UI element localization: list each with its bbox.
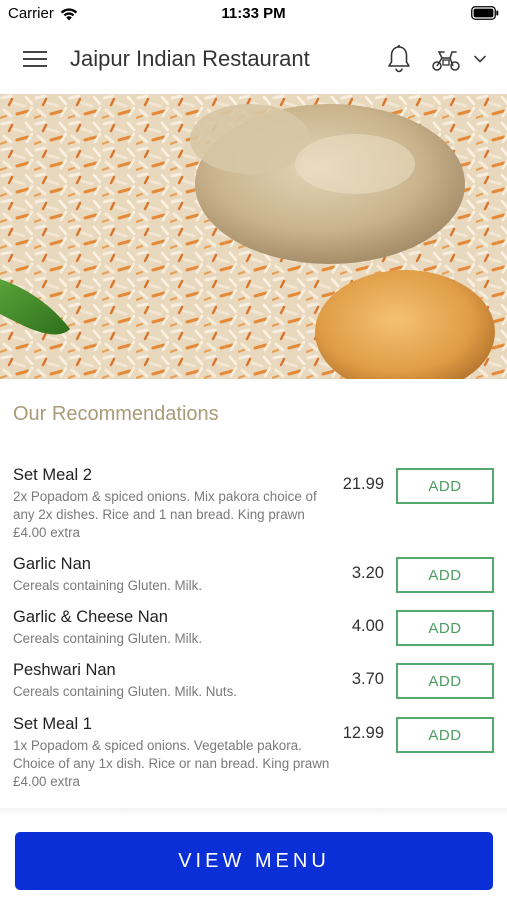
item-description: 2x Popadom & spiced onions. Mix pakora c… <box>13 489 317 540</box>
item-price: 3.70 <box>351 670 384 688</box>
add-button[interactable]: ADD <box>396 610 494 646</box>
chevron-down-icon[interactable] <box>472 53 488 65</box>
item-price: 3.20 <box>351 564 384 582</box>
add-button[interactable]: ADD <box>396 557 494 593</box>
add-button[interactable]: ADD <box>396 663 494 699</box>
bottom-divider <box>0 808 507 816</box>
page-title: Jaipur Indian Restaurant <box>70 46 310 71</box>
item-price: 21.99 <box>342 475 384 493</box>
item-price: 12.99 <box>342 724 384 742</box>
add-button[interactable]: ADD <box>396 717 494 753</box>
item-name: Peshwari Nan <box>13 661 116 679</box>
add-button[interactable]: ADD <box>396 468 494 504</box>
menu-icon[interactable] <box>22 48 48 70</box>
recommendations-title: Our Recommendations <box>13 403 219 425</box>
view-menu-button[interactable]: VIEW MENU <box>15 832 493 890</box>
biryani-photo <box>0 94 507 379</box>
item-description: Cereals containing Gluten. Milk. <box>13 578 203 593</box>
item-name: Set Meal 1 <box>13 715 92 733</box>
app-header: Jaipur Indian Restaurant <box>0 26 507 94</box>
item-name: Set Meal 2 <box>13 466 92 484</box>
delivery-scooter-icon[interactable] <box>430 48 462 72</box>
item-name: Garlic & Cheese Nan <box>13 608 168 626</box>
item-description: Cereals containing Gluten. Milk. <box>13 631 203 646</box>
item-name: Garlic Nan <box>13 555 91 573</box>
item-description: 1x Popadom & spiced onions. Vegetable pa… <box>13 738 330 789</box>
battery-icon <box>471 6 499 20</box>
status-bar: Carrier 11:33 PM <box>0 0 507 26</box>
item-description: Cereals containing Gluten. Milk. Nuts. <box>13 684 238 699</box>
item-price: 4.00 <box>351 617 384 635</box>
hero-food-image <box>0 94 507 379</box>
status-time: 11:33 PM <box>221 5 286 22</box>
bell-icon[interactable] <box>386 44 412 74</box>
